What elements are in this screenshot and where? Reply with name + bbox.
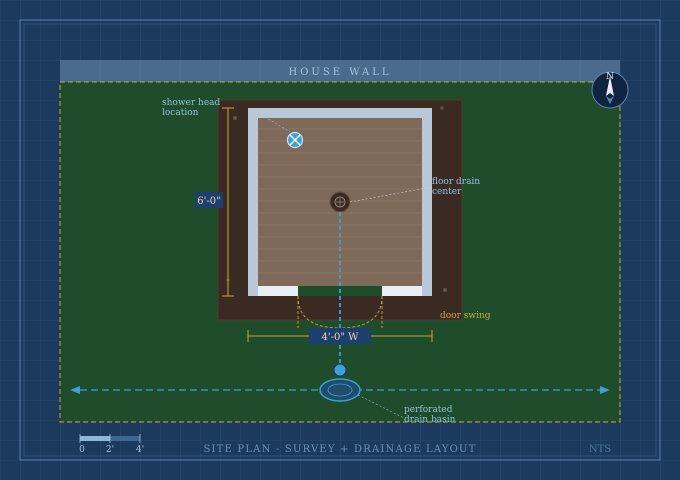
drainage-plan-drawing: HOUSE WALL 6'-0" 4'-0" W shower head loc… — [0, 0, 680, 480]
scale-tick-0: 0 — [79, 445, 85, 455]
depth-dimension-label: 6'-0" — [197, 196, 220, 207]
house-wall-label: HOUSE WALL — [289, 67, 392, 78]
floor-drain-note-line1: floor drain — [432, 177, 480, 187]
curb-right-front — [382, 286, 422, 296]
basin-note-line1: perforated — [404, 405, 453, 415]
basin-note-line2: drain basin — [404, 415, 456, 425]
scale-tick-4: 4' — [136, 445, 144, 455]
shower-head-note-line2: location — [162, 108, 199, 118]
north-label: N — [606, 72, 614, 82]
basin-inlet — [333, 363, 347, 377]
site-plan-canvas: HOUSE WALL 6'-0" 4'-0" W shower head loc… — [0, 0, 680, 480]
sheet-title: SITE PLAN - SURVEY + DRAINAGE LAYOUT — [203, 444, 476, 455]
scale-tick-2: 2' — [106, 445, 114, 455]
floor-drain-icon — [329, 191, 351, 213]
door-swing-note: door swing — [440, 311, 491, 321]
scale-note: NTS — [589, 444, 611, 455]
curb-left-front — [258, 286, 298, 296]
drain-basin — [319, 378, 361, 402]
width-dimension-label: 4'-0" W — [322, 332, 360, 343]
shower-head-icon — [286, 131, 304, 149]
shower-head-note-line1: shower head — [162, 98, 221, 108]
floor-drain-note-line2: center — [432, 187, 462, 197]
